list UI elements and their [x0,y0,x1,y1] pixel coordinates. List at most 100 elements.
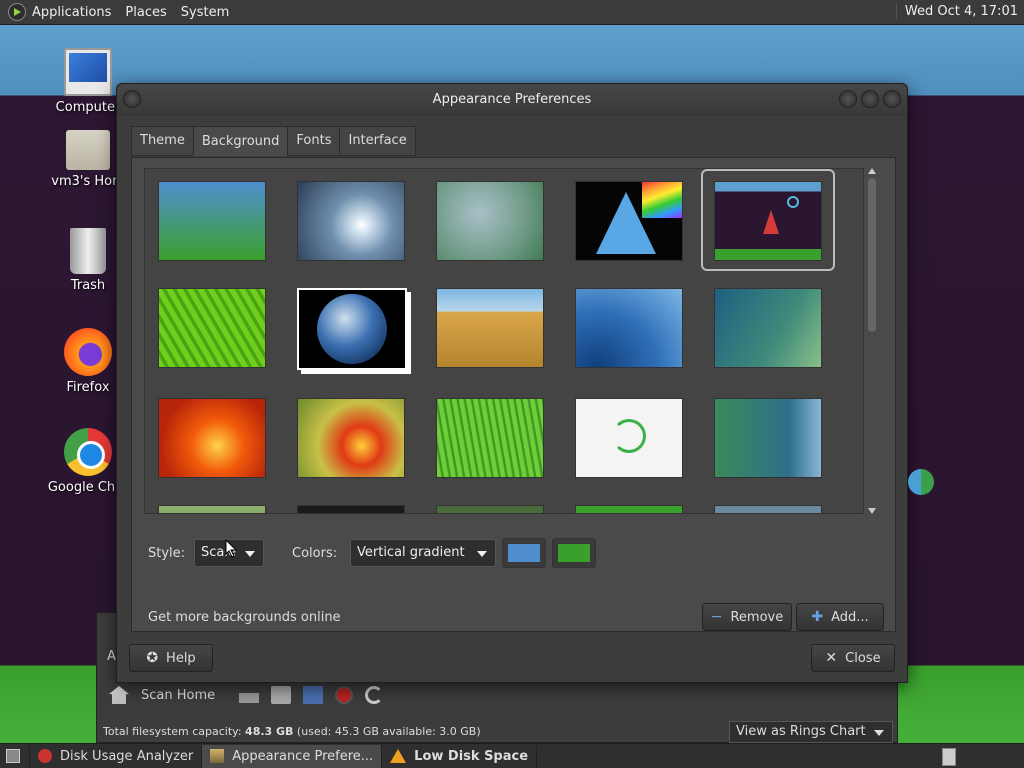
help-icon: ✪ [146,650,159,666]
task-label: Low Disk Space [414,748,529,764]
appearance-icon [210,749,225,763]
secondary-color-swatch [558,544,590,562]
chevron-down-icon [245,551,255,557]
colors-label: Colors: [292,546,338,561]
appearance-preferences-window: Appearance Preferences Theme Background … [116,83,908,683]
style-label: Style: [148,546,186,561]
wallpaper-scrollbar[interactable] [866,166,878,516]
home-folder-icon [66,130,110,170]
scroll-up-arrow-icon[interactable] [868,168,876,174]
wallpaper-partial-4[interactable] [575,505,685,513]
wallpaper-purple-space-rocket[interactable] [701,169,835,271]
menu-places[interactable]: Places [125,5,166,20]
wallpaper-teal-bokeh[interactable] [714,288,824,370]
remove-button[interactable]: − Remove [702,603,792,631]
window-title: Appearance Preferences [432,92,592,107]
task-disk-usage[interactable]: Disk Usage Analyzer [30,744,203,768]
stop-icon[interactable] [335,686,354,704]
help-label: Help [166,650,196,666]
warning-icon [390,749,407,763]
menu-applications[interactable]: Applications [32,5,111,20]
status-capacity: 48.3 GB [245,725,294,738]
trash-icon [70,228,106,274]
bottom-taskbar: Disk Usage Analyzer Appearance Prefere..… [0,743,1024,768]
wallpaper-grid [144,168,864,514]
wallpaper-blue-green-gradient[interactable] [158,181,268,263]
show-desktop-icon [6,749,20,763]
menu-system[interactable]: System [181,5,229,20]
task-appearance[interactable]: Appearance Prefere... [202,744,383,768]
wallpaper-wheat-field[interactable] [436,288,546,370]
window-titlebar[interactable]: Appearance Preferences [117,84,907,116]
disk-usage-partial-label: A [107,649,116,664]
wallpaper-arch-prism[interactable] [575,181,685,263]
workspace-switcher[interactable] [942,748,956,766]
clock[interactable]: Wed Oct 4, 17:01 [895,4,1018,19]
task-label: Appearance Prefere... [232,748,374,764]
wallpaper-white-logo[interactable] [575,398,685,480]
close-button[interactable]: ✕ Close [811,644,895,672]
wallpaper-blue-waves[interactable] [575,288,685,370]
status-bar: Total filesystem capacity: 48.3 GB (used… [103,725,481,738]
computer-icon [64,48,112,96]
wallpaper-water-drop[interactable] [297,181,407,263]
add-label: Add... [831,609,869,625]
show-desktop-button[interactable] [0,744,30,768]
tab-fonts[interactable]: Fonts [287,126,341,156]
help-button[interactable]: ✪ Help [129,644,213,672]
add-button[interactable]: ✚ Add... [796,603,884,631]
wallpaper-partial-3[interactable] [436,505,546,513]
tab-background[interactable]: Background [192,126,289,156]
maximize-icon[interactable] [861,90,879,108]
close-label: Close [845,650,881,666]
scroll-down-arrow-icon[interactable] [868,508,876,514]
close-window-icon[interactable] [883,90,901,108]
secondary-color-button[interactable] [552,538,596,568]
get-more-backgrounds-link[interactable]: Get more backgrounds online [148,610,341,625]
distro-logo-icon[interactable] [8,3,26,21]
close-icon: ✕ [825,650,838,666]
mouse-cursor-icon [225,539,237,558]
wallpaper-partial-5[interactable] [714,505,824,513]
tab-theme[interactable]: Theme [131,126,194,156]
disk-usage-icon [38,749,52,763]
scrollbar-thumb[interactable] [868,178,876,332]
wallpaper-red-flower[interactable] [297,398,407,480]
wallpaper-green-grass[interactable] [436,398,546,480]
tab-interface[interactable]: Interface [339,126,416,156]
primary-color-button[interactable] [502,538,546,568]
view-as-select[interactable]: View as Rings Chart [729,721,893,743]
background-panel: Style: Scale Colors: Vertical gradient G… [131,157,896,632]
desktop-orb-icon [908,469,934,495]
task-label: Disk Usage Analyzer [60,748,194,764]
primary-color-swatch [508,544,540,562]
wallpaper-partial-1[interactable] [158,505,268,513]
home-icon[interactable] [109,686,129,704]
minus-icon: − [710,609,723,625]
wallpaper-green-leaf[interactable] [158,288,268,370]
wallpaper-partial-2[interactable] [297,505,407,513]
wallpaper-orange-flower[interactable] [158,398,268,480]
chrome-icon [64,428,112,476]
tab-bar: Theme Background Fonts Interface [131,126,416,156]
colors-value: Vertical gradient [357,545,465,560]
status-suffix: (used: 45.3 GB available: 3.0 GB) [293,725,481,738]
chevron-down-icon [477,551,487,557]
firefox-icon [64,328,112,376]
scan-filesystem-icon[interactable] [239,693,260,703]
minimize-icon[interactable] [839,90,857,108]
scan-remote-icon[interactable] [303,686,324,704]
refresh-icon[interactable] [365,686,384,704]
top-panel: Applications Places System Wed Oct 4, 17… [0,0,1024,25]
task-low-disk-space[interactable]: Low Disk Space [382,744,538,768]
wallpaper-earth[interactable] [297,288,407,370]
window-menu-icon[interactable] [123,90,141,108]
wallpaper-soft-green-blur[interactable] [436,181,546,263]
scan-home-button[interactable]: Scan Home [141,688,215,703]
remove-label: Remove [730,609,784,625]
status-prefix: Total filesystem capacity: [103,725,246,738]
wallpaper-teal-waves[interactable] [714,398,824,480]
scan-folder-icon[interactable] [271,686,292,704]
plus-icon: ✚ [811,609,824,625]
colors-dropdown[interactable]: Vertical gradient [350,539,496,567]
